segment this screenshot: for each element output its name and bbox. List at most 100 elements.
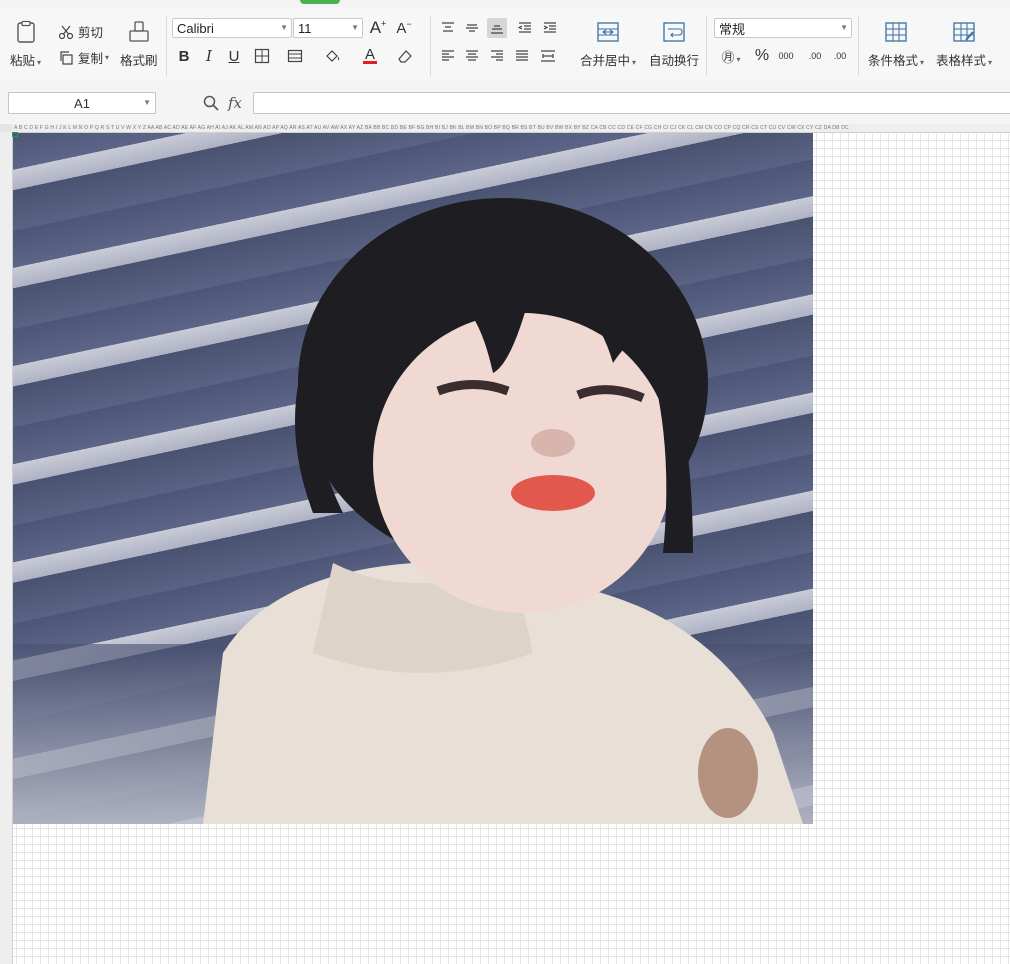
table-style-label: 表格样式 bbox=[936, 54, 987, 68]
child-figure bbox=[203, 198, 803, 824]
font-color-button[interactable]: A bbox=[360, 46, 380, 66]
underline-button[interactable]: U bbox=[224, 46, 244, 66]
increase-font-button[interactable]: A+ bbox=[368, 18, 388, 38]
format-painter-icon bbox=[126, 20, 152, 44]
align-left-button[interactable] bbox=[438, 46, 458, 66]
divider bbox=[166, 16, 167, 76]
borders-button[interactable] bbox=[252, 46, 272, 66]
align-top-icon bbox=[442, 22, 454, 32]
underline-icon: U bbox=[228, 47, 240, 65]
increase-font-icon: A+ bbox=[369, 18, 387, 37]
bold-icon: B bbox=[178, 47, 190, 65]
copy-button[interactable]: 复制 ▾ bbox=[57, 48, 109, 67]
increase-decimal-button[interactable]: .00 bbox=[805, 46, 825, 66]
font-size-value: 11 bbox=[298, 20, 312, 36]
cut-button[interactable]: 剪切 bbox=[57, 22, 103, 41]
font-name-select[interactable]: Calibri ▼ bbox=[172, 18, 292, 38]
chevron-down-icon: ▼ bbox=[143, 98, 151, 107]
align-middle-icon bbox=[466, 24, 478, 32]
distributed-align-button[interactable] bbox=[538, 46, 558, 66]
font-size-select[interactable]: 11 ▼ bbox=[293, 18, 363, 38]
column-header-labels: A B C D E F G H I J K L M N O P Q R S T … bbox=[14, 125, 849, 131]
divider bbox=[430, 16, 431, 76]
italic-button[interactable]: I bbox=[199, 46, 219, 66]
cell-style-icon bbox=[287, 49, 303, 63]
ribbon-toolbar: 粘贴 ▾ 剪切 复制 ▾ 格式刷 Calibri ▼ 11 ▼ A+ A− B I U bbox=[0, 8, 1010, 81]
cut-label: 剪切 bbox=[78, 26, 104, 40]
increase-indent-button[interactable] bbox=[540, 18, 560, 38]
justify-button[interactable] bbox=[512, 46, 532, 66]
active-tab-indicator bbox=[300, 0, 340, 4]
formula-bar: A1 ▼ fx bbox=[0, 80, 1010, 125]
align-bottom-icon bbox=[491, 25, 503, 34]
format-painter-button[interactable]: 格式刷 bbox=[120, 20, 158, 69]
cell-style-button[interactable] bbox=[285, 46, 305, 66]
decrease-decimal-button[interactable]: .00 bbox=[830, 46, 850, 66]
formula-input[interactable] bbox=[253, 92, 1010, 114]
decrease-font-icon: A− bbox=[396, 19, 412, 37]
eraser-icon bbox=[398, 50, 412, 63]
number-format-select[interactable]: 常规 ▼ bbox=[714, 18, 852, 38]
italic-icon: I bbox=[206, 47, 212, 65]
align-left-icon bbox=[442, 50, 454, 61]
currency-button[interactable]: ㊊ ▾ bbox=[718, 46, 744, 66]
conditional-format-button[interactable]: 条件格式 ▾ bbox=[868, 20, 924, 69]
decrease-font-button[interactable]: A− bbox=[394, 18, 414, 38]
wrap-text-label: 自动换行 bbox=[649, 54, 700, 68]
align-middle-button[interactable] bbox=[462, 18, 482, 38]
merge-cells-icon bbox=[595, 20, 621, 44]
justify-icon bbox=[516, 50, 528, 61]
wrap-text-button[interactable]: 自动换行 bbox=[649, 20, 699, 69]
align-right-icon bbox=[491, 50, 503, 61]
fill-color-button[interactable] bbox=[323, 46, 343, 66]
thousands-icon: 000 bbox=[778, 50, 794, 61]
cell-reference: A1 bbox=[74, 95, 90, 111]
align-bottom-button[interactable] bbox=[487, 18, 507, 38]
chevron-down-icon: ▼ bbox=[840, 23, 848, 32]
magnifier-icon bbox=[203, 95, 219, 111]
currency-icon: ㊊ ▾ bbox=[721, 49, 741, 65]
fx-label[interactable]: fx bbox=[228, 94, 242, 112]
outdent-icon bbox=[518, 22, 531, 33]
name-box[interactable]: A1 ▼ bbox=[8, 92, 156, 114]
select-all-corner[interactable] bbox=[0, 124, 12, 132]
percent-icon: % bbox=[754, 47, 770, 64]
row-headers bbox=[0, 132, 13, 964]
copy-icon bbox=[57, 49, 75, 67]
borders-icon bbox=[254, 48, 270, 64]
paste-icon bbox=[13, 20, 39, 44]
chevron-down-icon: ▼ bbox=[280, 23, 288, 32]
indent-icon bbox=[543, 22, 556, 33]
thousands-separator-button[interactable]: 000 bbox=[776, 46, 796, 66]
paste-label: 粘贴 bbox=[10, 54, 36, 68]
clear-format-button[interactable] bbox=[395, 46, 415, 66]
percent-button[interactable]: % bbox=[752, 46, 772, 66]
bold-button[interactable]: B bbox=[174, 46, 194, 66]
divider bbox=[858, 16, 859, 76]
paint-bucket-icon bbox=[326, 50, 340, 62]
distributed-icon bbox=[541, 50, 555, 62]
align-right-button[interactable] bbox=[487, 46, 507, 66]
font-color-icon: A bbox=[363, 47, 377, 64]
align-top-button[interactable] bbox=[438, 18, 458, 38]
paste-button[interactable]: 粘贴 ▾ bbox=[10, 20, 41, 69]
font-name-value: Calibri bbox=[177, 20, 214, 36]
chevron-down-icon: ▼ bbox=[351, 23, 359, 32]
zoom-search-button[interactable] bbox=[202, 94, 220, 117]
table-style-button[interactable]: 表格样式 ▾ bbox=[936, 20, 992, 69]
scissors-icon bbox=[57, 23, 75, 41]
decrease-indent-button[interactable] bbox=[515, 18, 535, 38]
conditional-format-label: 条件格式 bbox=[868, 54, 919, 68]
copy-label: 复制 bbox=[78, 52, 104, 66]
number-format-value: 常规 bbox=[719, 21, 746, 37]
align-center-button[interactable] bbox=[462, 46, 482, 66]
decrease-decimal-icon: .00 bbox=[833, 51, 847, 61]
active-cell-a1[interactable] bbox=[12, 132, 18, 137]
merge-center-label: 合并居中 bbox=[580, 54, 631, 68]
conditional-format-icon bbox=[883, 20, 909, 44]
align-center-icon bbox=[466, 50, 478, 61]
merge-center-button[interactable]: 合并居中 ▾ bbox=[580, 20, 636, 69]
column-headers: A B C D E F G H I J K L M N O P Q R S T … bbox=[0, 124, 1010, 133]
format-painter-label: 格式刷 bbox=[120, 54, 158, 68]
divider bbox=[706, 16, 707, 76]
